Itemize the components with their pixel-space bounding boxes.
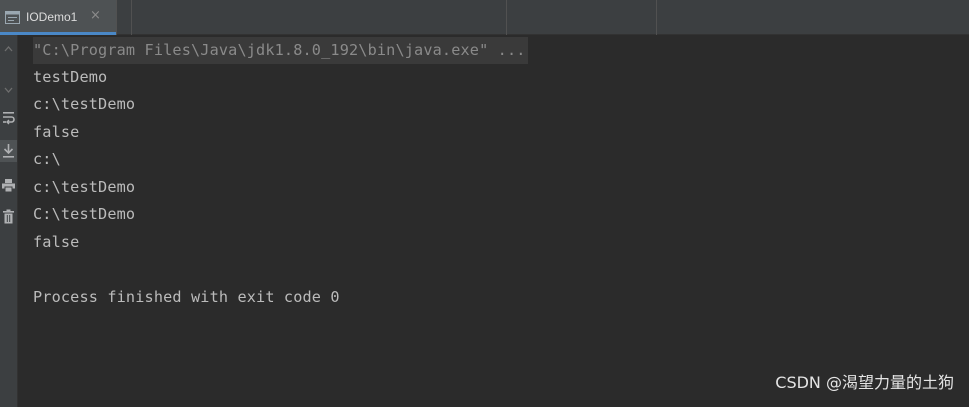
console-output-line: false xyxy=(33,123,80,141)
tab-divider xyxy=(506,0,507,35)
run-tab-bar: IODemo1 × xyxy=(0,0,969,35)
console-output[interactable]: "C:\Program Files\Java\jdk1.8.0_192\bin\… xyxy=(18,35,969,407)
console-output-line: false xyxy=(33,233,80,251)
scroll-down-icon[interactable] xyxy=(0,81,17,98)
console-window-icon xyxy=(5,9,20,24)
tab-label: IODemo1 xyxy=(26,10,78,24)
console-toolbar xyxy=(0,35,18,407)
soft-wrap-icon[interactable] xyxy=(0,109,17,126)
process-exit-message: Process finished with exit code 0 xyxy=(33,288,340,306)
console-output-line: c:\testDemo xyxy=(33,95,136,113)
print-icon[interactable] xyxy=(0,177,17,194)
watermark: CSDN @渴望力量的土狗 xyxy=(775,373,954,392)
close-icon[interactable]: × xyxy=(90,8,101,24)
tab-divider xyxy=(131,0,132,35)
console-output-line: testDemo xyxy=(33,68,108,86)
scroll-to-end-icon[interactable] xyxy=(0,140,17,162)
tab-divider xyxy=(116,0,117,35)
tab-divider xyxy=(656,0,657,35)
console-output-line: c:\ xyxy=(33,150,61,168)
tab-iodemo1[interactable]: IODemo1 × xyxy=(0,0,116,35)
scroll-up-icon[interactable] xyxy=(0,41,17,58)
console-output-line: c:\testDemo xyxy=(33,178,136,196)
console-output-line: C:\testDemo xyxy=(33,205,136,223)
clear-all-icon[interactable] xyxy=(0,208,17,225)
run-command-line[interactable]: "C:\Program Files\Java\jdk1.8.0_192\bin\… xyxy=(33,37,528,64)
ide-run-window: IODemo1 × "C:\Program Files\Java\jdk1.8.… xyxy=(0,0,969,407)
